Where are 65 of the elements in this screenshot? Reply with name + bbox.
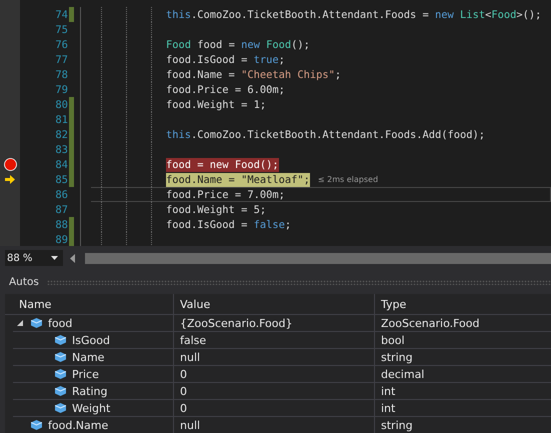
line-number: 76: [54, 38, 68, 50]
field-icon: [55, 386, 66, 396]
code-line: food.IsGood = true;: [166, 52, 285, 66]
code-line: food.IsGood = false;: [166, 218, 292, 232]
variable-name: Weight: [72, 402, 110, 414]
line-number: 77: [54, 54, 68, 66]
variable-value: null: [180, 350, 200, 364]
line-number: 86: [54, 188, 68, 200]
caret-icon: [51, 256, 58, 260]
line-number: 74: [54, 8, 68, 20]
variable-type: string: [381, 350, 413, 364]
variable-name: food: [48, 316, 72, 330]
line-number: 82: [54, 128, 68, 140]
line-number: 79: [54, 84, 68, 96]
field-icon: [31, 318, 42, 328]
code-line: food.Price = 6.00m;: [166, 82, 285, 96]
variable-name: Price: [72, 368, 99, 380]
line-number: 75: [54, 24, 68, 36]
code-line: food.Weight = 5;: [166, 202, 266, 216]
code-line: food.Name = "Cheetah Chips";: [166, 68, 342, 82]
line-number: 87: [54, 204, 68, 216]
expander-icon[interactable]: [17, 320, 23, 326]
line-number: 81: [54, 114, 68, 126]
variable-type: string: [381, 418, 413, 432]
variable-value: 0: [180, 402, 187, 414]
variable-type: int: [381, 384, 396, 398]
variable-value: {ZooScenario.Food}: [180, 316, 292, 330]
panel-title: Autos: [9, 276, 39, 288]
variable-type: decimal: [381, 368, 424, 380]
variable-name: Name: [72, 350, 104, 364]
column-header[interactable]: Name: [13, 294, 174, 314]
field-icon: [55, 352, 66, 362]
scroll-left-icon[interactable]: [70, 254, 75, 262]
zoom-dropdown[interactable]: 88 %: [5, 250, 63, 266]
variable-type: int: [381, 402, 396, 414]
line-number: 78: [54, 68, 68, 80]
code-line: this.ComoZoo.TicketBooth.Attendant.Foods = new List<Food>();: [166, 8, 542, 22]
variable-value: false: [180, 334, 206, 346]
field-icon: [55, 335, 66, 345]
line-number: 88: [54, 218, 68, 230]
scrollbar[interactable]: [85, 252, 551, 264]
field-icon: [55, 403, 66, 413]
field-icon: [55, 369, 66, 379]
field-icon: [31, 420, 42, 430]
variable-type: ZooScenario.Food: [381, 316, 480, 330]
line-number: 83: [54, 144, 68, 156]
line-number: 84: [54, 158, 68, 170]
column-header[interactable]: Type: [375, 294, 551, 314]
variable-value: 0: [180, 384, 187, 398]
line-number: 80: [54, 98, 68, 110]
code-line: food.Weight = 1;: [166, 98, 266, 112]
variable-name: IsGood: [72, 334, 110, 346]
variable-value: null: [180, 418, 200, 432]
code-line: food.Price = 7.00m;: [166, 188, 285, 202]
line-number: 89: [54, 234, 68, 246]
variable-name: Rating: [72, 384, 108, 398]
variable-value: 0: [180, 368, 187, 380]
variable-type: bool: [381, 334, 404, 346]
line-number: 85: [54, 174, 68, 186]
variable-name: food.Name: [48, 418, 108, 432]
perf-tip[interactable]: ≤ 2ms elapsed: [318, 175, 378, 184]
code-line: this.ComoZoo.TicketBooth.Attendant.Foods.Add(food);: [166, 128, 486, 142]
code-line: Food food = new Food();: [166, 38, 310, 52]
column-header[interactable]: Value: [174, 294, 375, 314]
breakpoint-icon[interactable]: [4, 158, 16, 171]
